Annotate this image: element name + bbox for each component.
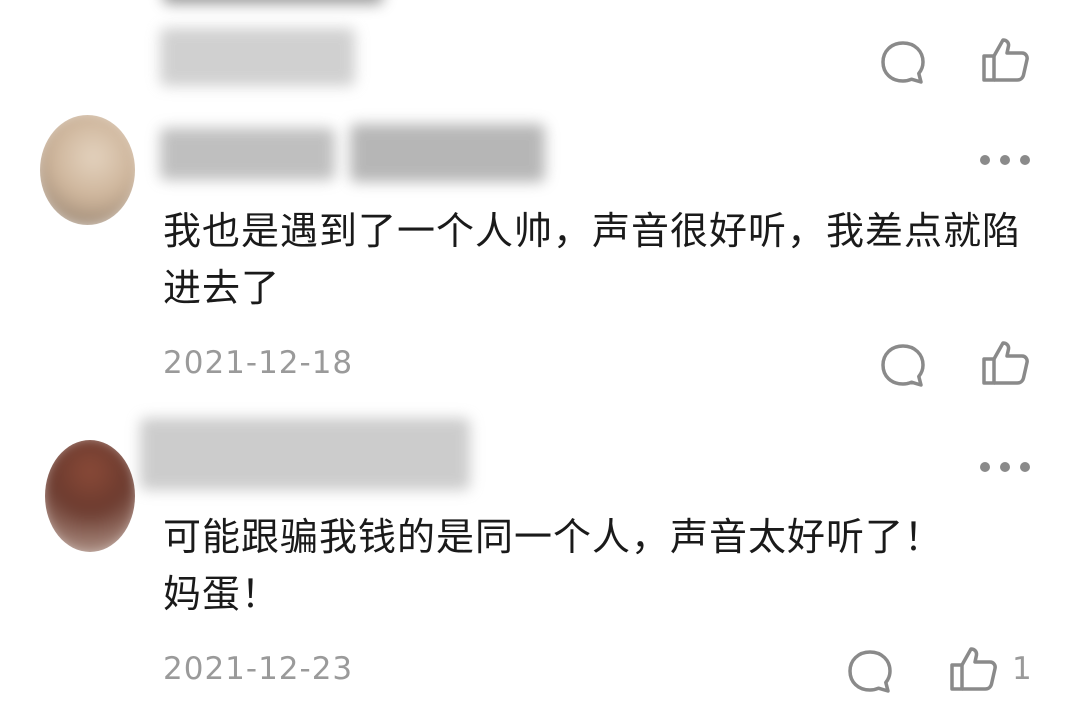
- thumbs-up-icon[interactable]: [980, 338, 1032, 388]
- more-dots-icon[interactable]: [980, 462, 1030, 474]
- username-obscured: [140, 418, 470, 490]
- thumbs-up-icon[interactable]: [980, 35, 1032, 85]
- like-count: 1: [1012, 651, 1032, 687]
- user-badge-obscured: [350, 124, 545, 182]
- comment-meta-obscured: [160, 28, 355, 86]
- avatar[interactable]: [45, 440, 135, 552]
- thumbs-up-icon[interactable]: [948, 644, 1000, 694]
- reply-bubble-icon[interactable]: [878, 341, 928, 391]
- comment-date: 2021-12-23: [163, 651, 354, 687]
- more-dots-icon[interactable]: [980, 155, 1030, 167]
- comment-text-obscured: [163, 0, 383, 4]
- reply-bubble-icon[interactable]: [845, 647, 895, 697]
- comment-date: 2021-12-18: [163, 345, 354, 381]
- comment-text: 可能跟骗我钱的是同一个人，声音太好听了！妈蛋！: [163, 515, 944, 616]
- avatar[interactable]: [40, 115, 135, 225]
- comment-text: 我也是遇到了一个人帅，声音很好听，我差点就陷进去了: [163, 209, 1022, 310]
- reply-bubble-icon[interactable]: [878, 38, 928, 88]
- username-obscured: [160, 128, 335, 180]
